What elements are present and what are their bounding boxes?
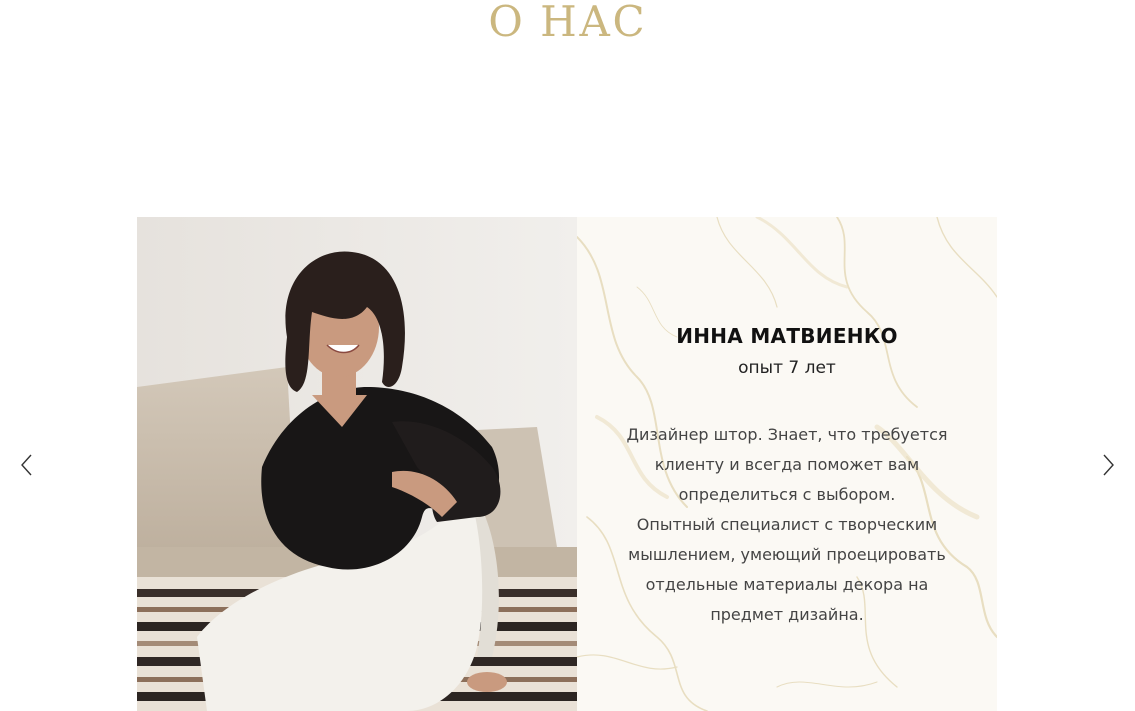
team-member-name: ИННА МАТВИЕНКО	[676, 324, 898, 348]
description-paragraph: Опытный специалист с творческим мышление…	[628, 515, 946, 624]
team-member-card: ИННА МАТВИЕНКО опыт 7 лет Дизайнер штор.…	[577, 217, 997, 711]
carousel-next-button[interactable]	[1094, 448, 1124, 482]
team-slide: ИННА МАТВИЕНКО опыт 7 лет Дизайнер штор.…	[137, 217, 997, 711]
chevron-left-icon	[21, 454, 32, 476]
team-member-experience: опыт 7 лет	[738, 358, 836, 378]
carousel-prev-button[interactable]	[11, 448, 41, 482]
description-paragraph: Дизайнер штор. Знает, что требуется клие…	[626, 425, 948, 504]
team-member-photo	[137, 217, 577, 711]
section-title: О НАС	[488, 0, 647, 46]
team-member-description: Дизайнер штор. Знает, что требуется клие…	[622, 420, 952, 630]
chevron-right-icon	[1103, 454, 1114, 476]
